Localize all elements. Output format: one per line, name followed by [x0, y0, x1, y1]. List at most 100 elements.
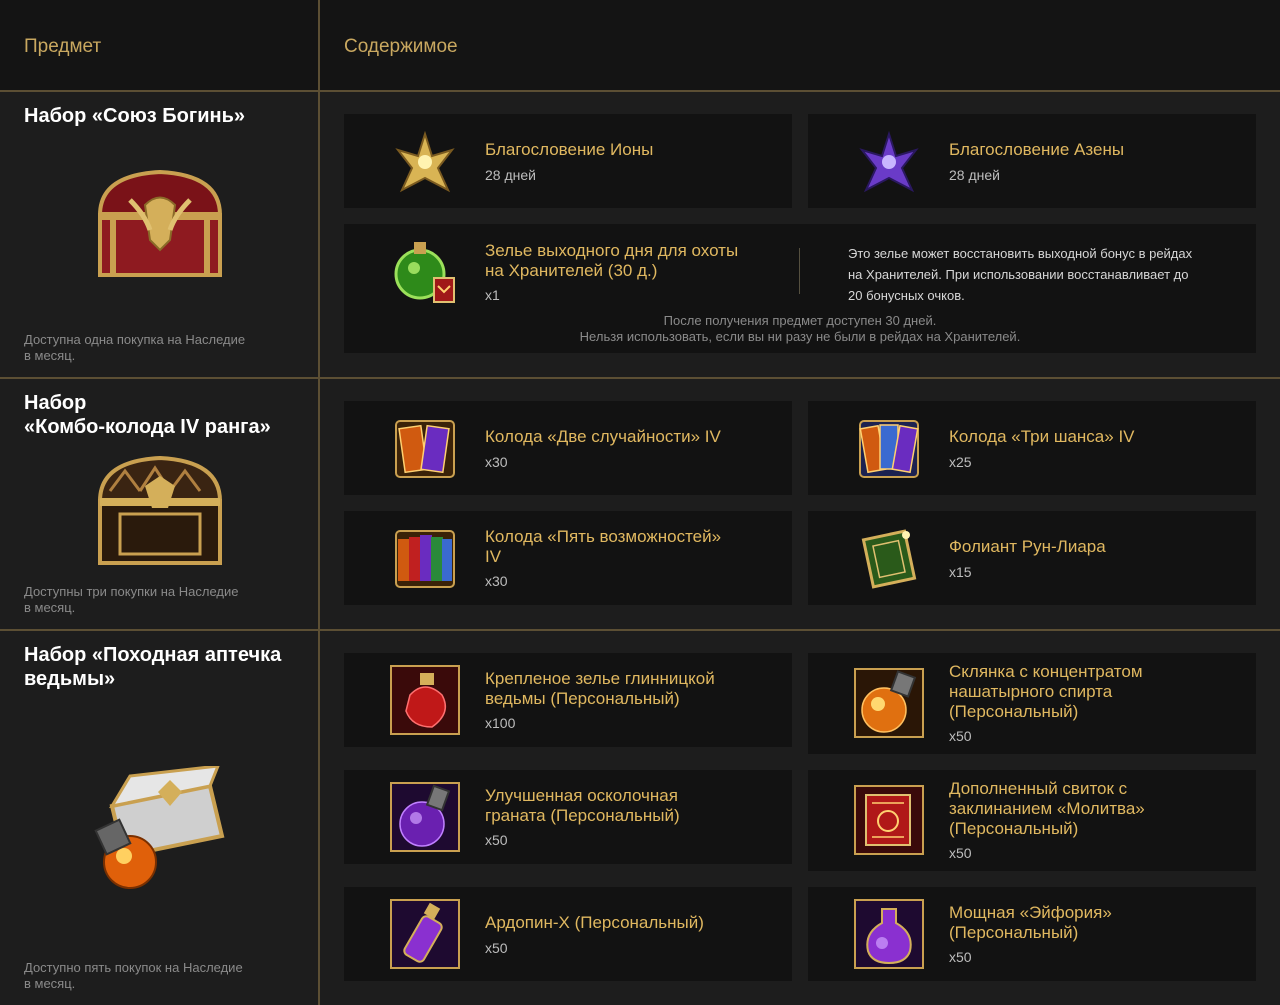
item-card-wide[interactable]: Зелье выходного дня для охоты на Храните…: [344, 224, 1256, 353]
item-name: Склянка с концентратом нашатырного спирт…: [949, 662, 1143, 722]
item-name-line: Улучшенная осколочная: [485, 786, 678, 805]
item-quantity: x1: [485, 287, 500, 303]
item-quantity: x15: [949, 564, 972, 580]
desc-line: Это зелье может восстановить выходной бо…: [848, 246, 1193, 261]
item-card[interactable]: Благословение Ионы 28 дней: [344, 114, 792, 208]
usage-note: После получения предмет доступен 30 дней…: [344, 313, 1256, 345]
purple-grenade-icon: [390, 782, 460, 852]
title-line: Набор «Походная аптечка: [24, 644, 282, 666]
goddess-chest-icon: [97, 169, 223, 277]
item-name: Крепленое зелье глинницкой ведьмы (Персо…: [485, 669, 715, 709]
item-name: Фолиант Рун-Лиара: [949, 537, 1106, 556]
azena-blessing-icon: [859, 130, 919, 193]
card-deck-icon: [859, 420, 919, 478]
item-quantity: x25: [949, 454, 972, 470]
item-card[interactable]: Улучшенная осколочная граната (Персональ…: [344, 770, 792, 864]
item-name: Благословение Ионы: [485, 140, 654, 159]
column-divider: [318, 0, 320, 1005]
item-quantity: x50: [949, 728, 972, 744]
header-contents-col: Содержимое: [320, 0, 1280, 90]
title-line: «Комбо-колода IV ранга»: [24, 416, 271, 438]
item-name-line: (Персональный): [949, 702, 1079, 721]
item-name-line: Зелье выходного дня для охоты: [485, 241, 739, 260]
note-line: в месяц.: [24, 348, 76, 363]
item-name-line: нашатырного спирта: [949, 682, 1113, 701]
item-quantity: x30: [485, 454, 508, 470]
item-name-line: на Хранителей (30 д.): [485, 261, 658, 280]
item-name: Улучшенная осколочная граната (Персональ…: [485, 786, 680, 826]
item-name: Колода «Пять возможностей» IV: [485, 527, 721, 567]
purple-vial-icon: [390, 899, 460, 969]
item-description: Это зелье может восстановить выходной бо…: [848, 243, 1192, 306]
note-line: После получения предмет доступен 30 дней…: [663, 313, 937, 328]
rune-tome-icon: [861, 529, 917, 589]
desc-line: 20 бонусных очков.: [848, 288, 965, 303]
item-card[interactable]: Колода «Пять возможностей» IV x30: [344, 511, 792, 605]
card-separator: [799, 248, 800, 294]
item-name: Зелье выходного дня для охоты на Храните…: [485, 241, 738, 281]
item-name: Колода «Две случайности» IV: [485, 427, 721, 446]
note-line: Нельзя использовать, если вы ни разу не …: [579, 329, 1021, 344]
red-potion-icon: [390, 665, 460, 735]
desc-line: на Хранителей. При использовании восстан…: [848, 267, 1189, 282]
item-name: Дополненный свиток с заклинанием «Молитв…: [949, 779, 1145, 839]
iona-blessing-icon: [395, 130, 455, 193]
item-name-line: граната (Персональный): [485, 806, 680, 825]
item-name-line: (Персональный): [949, 819, 1079, 838]
item-duration: 28 дней: [949, 167, 1000, 183]
row-divider: [0, 377, 1280, 379]
item-card[interactable]: Колода «Три шанса» IV x25: [808, 401, 1256, 495]
note-line: Доступно пять покупок на Наследие: [24, 960, 243, 975]
item-card[interactable]: Мощная «Эйфория» (Персональный) x50: [808, 887, 1256, 981]
note-line: в месяц.: [24, 600, 76, 615]
item-quantity: x50: [949, 845, 972, 861]
row-divider: [0, 90, 1280, 92]
item-card[interactable]: Колода «Две случайности» IV x30: [344, 401, 792, 495]
note-line: в месяц.: [24, 976, 76, 991]
green-potion-icon: [394, 242, 455, 303]
item-quantity: x50: [485, 940, 508, 956]
witch-aid-kit-chest-icon: [94, 766, 225, 889]
item-card[interactable]: Крепленое зелье глинницкой ведьмы (Персо…: [344, 653, 792, 747]
euphoria-flask-icon: [854, 899, 924, 969]
item-name-line: Колода «Пять возможностей»: [485, 527, 722, 546]
purchase-limit-note: Доступны три покупки на Наследие в месяц…: [24, 584, 294, 616]
set-title: Набор «Союз Богинь»: [24, 105, 245, 127]
item-duration: 28 дней: [485, 167, 536, 183]
item-quantity: x50: [949, 949, 972, 965]
item-card[interactable]: Дополненный свиток с заклинанием «Молитв…: [808, 770, 1256, 871]
combo-deck-chest-icon: [97, 455, 223, 565]
item-name-line: IV: [485, 547, 502, 566]
item-name: Благословение Азены: [949, 140, 1125, 159]
item-name-line: Мощная «Эйфория»: [949, 903, 1112, 922]
set-title: Набор «Комбо-колода IV ранга»: [24, 391, 271, 439]
prayer-scroll-icon: [854, 785, 924, 855]
row-divider: [0, 629, 1280, 631]
card-deck-icon: [395, 420, 455, 478]
note-line: Доступна одна покупка на Наследие: [24, 332, 246, 347]
note-line: Доступны три покупки на Наследие: [24, 584, 239, 599]
item-name-line: (Персональный): [949, 923, 1079, 942]
item-card[interactable]: Склянка с концентратом нашатырного спирт…: [808, 653, 1256, 754]
card-deck-icon: [395, 530, 455, 588]
purchase-limit-note: Доступно пять покупок на Наследие в меся…: [24, 960, 294, 992]
orange-flask-icon: [854, 668, 924, 738]
title-line: ведьмы»: [24, 668, 116, 690]
item-name-line: Дополненный свиток с: [949, 779, 1128, 798]
item-name: Мощная «Эйфория» (Персональный): [949, 903, 1112, 943]
item-quantity: x100: [485, 715, 516, 731]
item-card[interactable]: Благословение Азены 28 дней: [808, 114, 1256, 208]
purchase-limit-note: Доступна одна покупка на Наследие в меся…: [24, 332, 294, 364]
item-quantity: x50: [485, 832, 508, 848]
item-name-line: ведьмы (Персональный): [485, 689, 680, 708]
header-contents-label: Содержимое: [344, 36, 458, 57]
item-name: Колода «Три шанса» IV: [949, 427, 1135, 446]
title-line: Набор: [24, 392, 87, 414]
item-card[interactable]: Фолиант Рун-Лиара x15: [808, 511, 1256, 605]
item-quantity: x30: [485, 573, 508, 589]
item-card[interactable]: Ардопин-X (Персональный) x50: [344, 887, 792, 981]
item-name-line: Склянка с концентратом: [949, 662, 1143, 681]
item-name-line: Крепленое зелье глинницкой: [485, 669, 715, 688]
set-title: Набор «Походная аптечка ведьмы»: [24, 643, 281, 691]
item-name: Ардопин-X (Персональный): [485, 913, 704, 932]
